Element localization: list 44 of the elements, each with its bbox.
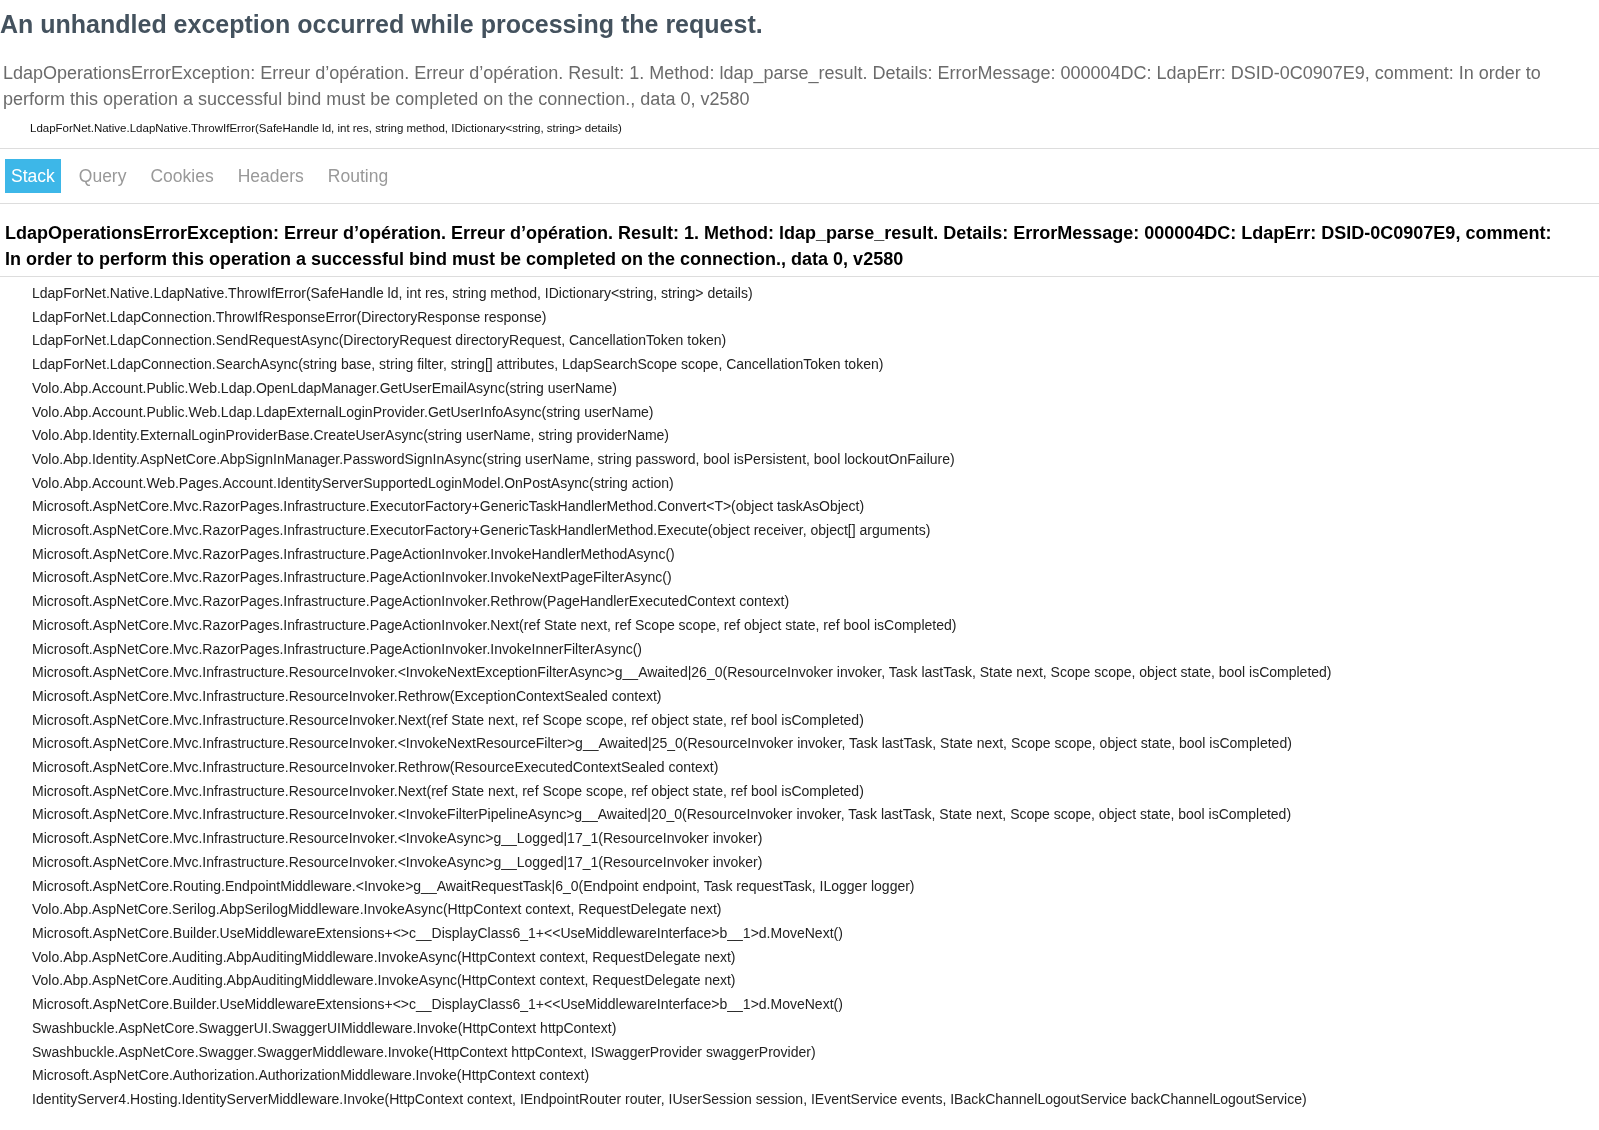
stack-frame: Volo.Abp.Account.Public.Web.Ldap.OpenLdapManager.GetUserEmailAsync(string userName): [32, 376, 1599, 401]
stack-frame: LdapForNet.LdapConnection.SendRequestAsync(DirectoryRequest directoryRequest, CancellationToken token): [32, 329, 1599, 354]
stack-frame: Microsoft.AspNetCore.Mvc.RazorPages.Infrastructure.ExecutorFactory+GenericTaskHandlerMethod.Execute(object receiver, object[] arguments): [32, 519, 1599, 543]
stack-frame: Microsoft.AspNetCore.Mvc.RazorPages.Infrastructure.ExecutorFactory+GenericTaskHandlerMethod.Convert<T>(object taskAsObject): [32, 495, 1599, 520]
stack-frame: Microsoft.AspNetCore.Mvc.Infrastructure.ResourceInvoker.Next(ref State next, ref Scope scope, ref object state, ref bool isCompleted): [32, 708, 1599, 733]
tab[interactable]: Routing: [321, 159, 395, 193]
stack-frame: Microsoft.AspNetCore.Mvc.RazorPages.Infrastructure.PageActionInvoker.InvokeNextPageFilterAsync(): [32, 566, 1599, 591]
stack-frame: Microsoft.AspNetCore.Mvc.RazorPages.Infrastructure.PageActionInvoker.InvokeInnerFilterAsync(): [32, 637, 1599, 662]
tab[interactable]: Query: [72, 159, 133, 193]
stack-frame: Microsoft.AspNetCore.Authorization.AuthorizationMiddleware.Invoke(HttpContext context): [32, 1064, 1599, 1088]
stack-frame: Volo.Abp.Account.Web.Pages.Account.IdentityServerSupportedLoginModel.OnPostAsync(string action): [32, 471, 1599, 496]
stack-frame: Swashbuckle.AspNetCore.SwaggerUI.SwaggerUIMiddleware.Invoke(HttpContext httpContext): [32, 1016, 1599, 1041]
error-title: An unhandled exception occurred while processing the request.: [0, 9, 764, 40]
stack-frame: IdentityServer4.Hosting.IdentityServerMiddleware.Invoke(HttpContext context, IEndpointRouter router, IUserSession session, IEventService events, IBackChannelLogoutService backChannelLogoutService): [32, 1087, 1599, 1112]
stack-frame: Microsoft.AspNetCore.Mvc.RazorPages.Infrastructure.PageActionInvoker.InvokeHandlerMethodAsync(): [32, 542, 1599, 567]
stack-frame: LdapForNet.LdapConnection.SearchAsync(string base, string filter, string[] attributes, LdapSearchScope scope, CancellationToken token): [32, 353, 1599, 377]
stack-frame: Microsoft.AspNetCore.Mvc.Infrastructure.ResourceInvoker.<InvokeFilterPipelineAsync>g__Awaited|20_0(ResourceInvoker invoker, Task lastTask, State next, Scope scope, object state, bool isCompleted): [32, 803, 1599, 828]
stack-frame: Microsoft.AspNetCore.Mvc.Infrastructure.ResourceInvoker.<InvokeNextExceptionFilterAsync>g__Awaited|26_0(ResourceInvoker invoker, Task lastTask, State next, Scope scope, object state, bool isCompleted): [32, 661, 1599, 685]
stack-frame: Microsoft.AspNetCore.Builder.UseMiddlewareExtensions+<>c__DisplayClass6_1+<<UseMiddlewareInterface>b__1>d.MoveNext(): [32, 922, 1599, 946]
tab[interactable]: Headers: [231, 159, 310, 193]
stack-frame: Volo.Abp.Identity.ExternalLoginProviderBase.CreateUserAsync(string userName, string providerName): [32, 424, 1599, 448]
tab[interactable]: Stack: [5, 159, 61, 193]
stack-frame: Volo.Abp.AspNetCore.Serilog.AbpSerilogMiddleware.InvokeAsync(HttpContext context, RequestDelegate next): [32, 898, 1599, 922]
stack-frame: Microsoft.AspNetCore.Mvc.Infrastructure.ResourceInvoker.Rethrow(ExceptionContextSealed context): [32, 684, 1599, 709]
stack-frame: Microsoft.AspNetCore.Mvc.Infrastructure.ResourceInvoker.<InvokeAsync>g__Logged|17_1(ResourceInvoker invoker): [32, 827, 1599, 851]
stack-frame: Microsoft.AspNetCore.Mvc.Infrastructure.ResourceInvoker.<InvokeAsync>g__Logged|17_1(ResourceInvoker invoker): [32, 850, 1599, 875]
stack-frame: Microsoft.AspNetCore.Mvc.Infrastructure.ResourceInvoker.Rethrow(ResourceExecutedContextSealed context): [32, 756, 1599, 780]
stack-frame: LdapForNet.Native.LdapNative.ThrowIfError(SafeHandle ld, int res, string method, IDictionary<string, string> details): [32, 282, 1599, 306]
stack-frame: Volo.Abp.AspNetCore.Auditing.AbpAuditingMiddleware.InvokeAsync(HttpContext context, RequestDelegate next): [32, 945, 1599, 970]
exception-location: LdapForNet.Native.LdapNative.ThrowIfError(SafeHandle ld, int res, string method, IDictionary<string, string> details): [30, 121, 623, 136]
stack-frame: LdapForNet.LdapConnection.ThrowIfResponseError(DirectoryResponse response): [32, 305, 1599, 330]
exception-message: LdapOperationsErrorException: Erreur d’opération. Erreur d’opération. Result: 1. Method: ldap_parse_result. Details: ErrorMessage: 000004DC: LdapErr: DSID-0C0907E9, comment: In order to perform this operation a successful bind must be completed on the connection., data 0, v2580: [3, 62, 1542, 111]
stack-heading: LdapOperationsErrorException: Erreur d’opération. Erreur d’opération. Result: 1. Method: ldap_parse_result. Details: ErrorMessage: 000004DC: LdapErr: DSID-0C0907E9, comment: In order to perform this operation a successful bind must be completed on the connection., data 0, v2580: [5, 222, 1553, 271]
stack-frame: Microsoft.AspNetCore.Mvc.RazorPages.Infrastructure.PageActionInvoker.Next(ref State next, ref Scope scope, ref object state, ref bool isCompleted): [32, 613, 1599, 638]
stack-frame: Volo.Abp.Identity.AspNetCore.AbpSignInManager.PasswordSignInAsync(string userName, string password, bool isPersistent, bool lockoutOnFailure): [32, 447, 1599, 472]
stack-frame: Microsoft.AspNetCore.Mvc.Infrastructure.ResourceInvoker.<InvokeNextResourceFilter>g__Awaited|25_0(ResourceInvoker invoker, Task lastTask, State next, Scope scope, object state, bool isCompleted): [32, 732, 1599, 757]
stack-frame: Microsoft.AspNetCore.Builder.UseMiddlewareExtensions+<>c__DisplayClass6_1+<<UseMiddlewareInterface>b__1>d.MoveNext(): [32, 993, 1599, 1017]
stack-frame: Volo.Abp.AspNetCore.Auditing.AbpAuditingMiddleware.InvokeAsync(HttpContext context, RequestDelegate next): [32, 969, 1599, 994]
tab[interactable]: Cookies: [144, 159, 220, 193]
stack-frame: Volo.Abp.Account.Public.Web.Ldap.LdapExternalLoginProvider.GetUserInfoAsync(string userName): [32, 400, 1599, 425]
stack-frame: Microsoft.AspNetCore.Mvc.RazorPages.Infrastructure.PageActionInvoker.Rethrow(PageHandlerExecutedContext context): [32, 590, 1599, 614]
stack-frame: Swashbuckle.AspNetCore.Swagger.SwaggerMiddleware.Invoke(HttpContext httpContext, ISwaggerProvider swaggerProvider): [32, 1040, 1599, 1065]
stack-frame: Microsoft.AspNetCore.Mvc.Infrastructure.ResourceInvoker.Next(ref State next, ref Scope scope, ref object state, ref bool isCompleted): [32, 779, 1599, 804]
stack-frame: Microsoft.AspNetCore.Routing.EndpointMiddleware.<Invoke>g__AwaitRequestTask|6_0(Endpoint endpoint, Task requestTask, ILogger logger): [32, 874, 1599, 899]
